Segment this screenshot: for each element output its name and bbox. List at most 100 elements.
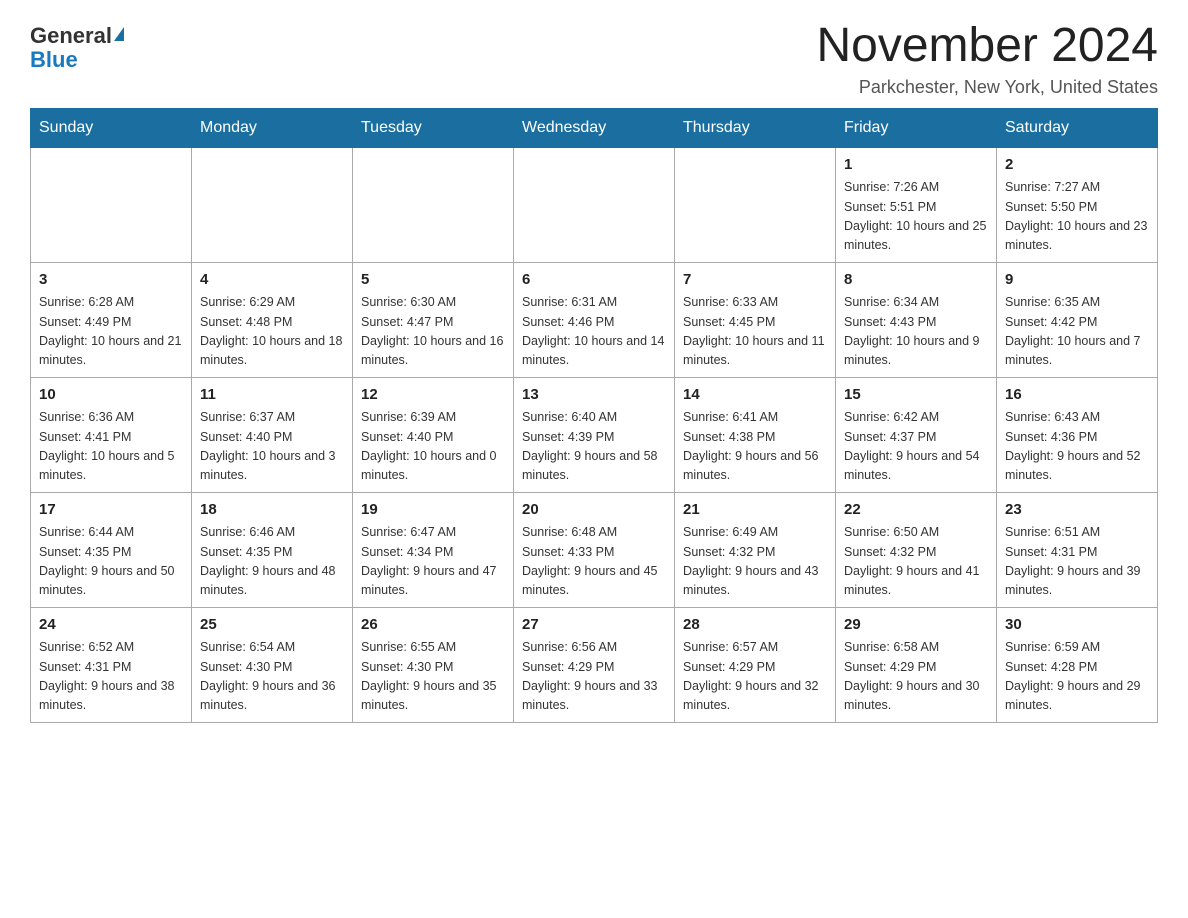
calendar-week-row: 3Sunrise: 6:28 AMSunset: 4:49 PMDaylight… [31, 262, 1158, 377]
header-friday: Friday [836, 108, 997, 147]
day-number: 28 [683, 614, 827, 637]
calendar-week-row: 1Sunrise: 7:26 AMSunset: 5:51 PMDaylight… [31, 147, 1158, 262]
day-number: 29 [844, 614, 988, 637]
day-number: 18 [200, 499, 344, 522]
calendar-cell: 24Sunrise: 6:52 AMSunset: 4:31 PMDayligh… [31, 607, 192, 722]
calendar-cell: 4Sunrise: 6:29 AMSunset: 4:48 PMDaylight… [192, 262, 353, 377]
calendar-cell: 22Sunrise: 6:50 AMSunset: 4:32 PMDayligh… [836, 492, 997, 607]
day-number: 9 [1005, 269, 1149, 292]
calendar-week-row: 17Sunrise: 6:44 AMSunset: 4:35 PMDayligh… [31, 492, 1158, 607]
day-info: Sunrise: 6:30 AMSunset: 4:47 PMDaylight:… [361, 293, 505, 371]
calendar-week-row: 10Sunrise: 6:36 AMSunset: 4:41 PMDayligh… [31, 377, 1158, 492]
calendar-cell: 20Sunrise: 6:48 AMSunset: 4:33 PMDayligh… [514, 492, 675, 607]
calendar-table: SundayMondayTuesdayWednesdayThursdayFrid… [30, 108, 1158, 723]
calendar-cell: 3Sunrise: 6:28 AMSunset: 4:49 PMDaylight… [31, 262, 192, 377]
day-info: Sunrise: 6:28 AMSunset: 4:49 PMDaylight:… [39, 293, 183, 371]
day-number: 4 [200, 269, 344, 292]
title-section: November 2024 Parkchester, New York, Uni… [816, 20, 1158, 98]
calendar-cell: 13Sunrise: 6:40 AMSunset: 4:39 PMDayligh… [514, 377, 675, 492]
calendar-cell: 18Sunrise: 6:46 AMSunset: 4:35 PMDayligh… [192, 492, 353, 607]
calendar-cell [514, 147, 675, 262]
day-number: 1 [844, 154, 988, 177]
day-info: Sunrise: 6:48 AMSunset: 4:33 PMDaylight:… [522, 523, 666, 601]
calendar-cell: 8Sunrise: 6:34 AMSunset: 4:43 PMDaylight… [836, 262, 997, 377]
day-info: Sunrise: 6:35 AMSunset: 4:42 PMDaylight:… [1005, 293, 1149, 371]
calendar-cell: 5Sunrise: 6:30 AMSunset: 4:47 PMDaylight… [353, 262, 514, 377]
day-info: Sunrise: 6:56 AMSunset: 4:29 PMDaylight:… [522, 638, 666, 716]
calendar-cell: 6Sunrise: 6:31 AMSunset: 4:46 PMDaylight… [514, 262, 675, 377]
day-info: Sunrise: 6:34 AMSunset: 4:43 PMDaylight:… [844, 293, 988, 371]
day-number: 20 [522, 499, 666, 522]
calendar-cell: 26Sunrise: 6:55 AMSunset: 4:30 PMDayligh… [353, 607, 514, 722]
day-number: 21 [683, 499, 827, 522]
day-info: Sunrise: 6:29 AMSunset: 4:48 PMDaylight:… [200, 293, 344, 371]
calendar-cell: 7Sunrise: 6:33 AMSunset: 4:45 PMDaylight… [675, 262, 836, 377]
header-wednesday: Wednesday [514, 108, 675, 147]
day-info: Sunrise: 6:59 AMSunset: 4:28 PMDaylight:… [1005, 638, 1149, 716]
day-number: 8 [844, 269, 988, 292]
header-monday: Monday [192, 108, 353, 147]
day-info: Sunrise: 7:26 AMSunset: 5:51 PMDaylight:… [844, 178, 988, 256]
calendar-cell: 21Sunrise: 6:49 AMSunset: 4:32 PMDayligh… [675, 492, 836, 607]
month-title: November 2024 [816, 20, 1158, 73]
day-number: 12 [361, 384, 505, 407]
calendar-cell: 30Sunrise: 6:59 AMSunset: 4:28 PMDayligh… [997, 607, 1158, 722]
day-number: 15 [844, 384, 988, 407]
day-number: 14 [683, 384, 827, 407]
calendar-cell: 23Sunrise: 6:51 AMSunset: 4:31 PMDayligh… [997, 492, 1158, 607]
header-saturday: Saturday [997, 108, 1158, 147]
day-info: Sunrise: 6:47 AMSunset: 4:34 PMDaylight:… [361, 523, 505, 601]
calendar-cell: 1Sunrise: 7:26 AMSunset: 5:51 PMDaylight… [836, 147, 997, 262]
logo: General Blue [30, 20, 124, 73]
calendar-week-row: 24Sunrise: 6:52 AMSunset: 4:31 PMDayligh… [31, 607, 1158, 722]
day-number: 5 [361, 269, 505, 292]
day-number: 17 [39, 499, 183, 522]
day-number: 6 [522, 269, 666, 292]
day-info: Sunrise: 6:49 AMSunset: 4:32 PMDaylight:… [683, 523, 827, 601]
day-info: Sunrise: 6:43 AMSunset: 4:36 PMDaylight:… [1005, 408, 1149, 486]
calendar-cell [353, 147, 514, 262]
day-info: Sunrise: 6:41 AMSunset: 4:38 PMDaylight:… [683, 408, 827, 486]
calendar-cell: 29Sunrise: 6:58 AMSunset: 4:29 PMDayligh… [836, 607, 997, 722]
calendar-cell: 27Sunrise: 6:56 AMSunset: 4:29 PMDayligh… [514, 607, 675, 722]
day-info: Sunrise: 6:50 AMSunset: 4:32 PMDaylight:… [844, 523, 988, 601]
day-info: Sunrise: 6:54 AMSunset: 4:30 PMDaylight:… [200, 638, 344, 716]
calendar-cell: 28Sunrise: 6:57 AMSunset: 4:29 PMDayligh… [675, 607, 836, 722]
day-number: 13 [522, 384, 666, 407]
day-info: Sunrise: 6:44 AMSunset: 4:35 PMDaylight:… [39, 523, 183, 601]
calendar-cell: 2Sunrise: 7:27 AMSunset: 5:50 PMDaylight… [997, 147, 1158, 262]
calendar-cell: 16Sunrise: 6:43 AMSunset: 4:36 PMDayligh… [997, 377, 1158, 492]
page-header: General Blue November 2024 Parkchester, … [30, 20, 1158, 98]
calendar-cell: 9Sunrise: 6:35 AMSunset: 4:42 PMDaylight… [997, 262, 1158, 377]
day-info: Sunrise: 6:31 AMSunset: 4:46 PMDaylight:… [522, 293, 666, 371]
day-info: Sunrise: 6:58 AMSunset: 4:29 PMDaylight:… [844, 638, 988, 716]
calendar-cell [675, 147, 836, 262]
day-number: 7 [683, 269, 827, 292]
calendar-cell [31, 147, 192, 262]
day-info: Sunrise: 7:27 AMSunset: 5:50 PMDaylight:… [1005, 178, 1149, 256]
day-info: Sunrise: 6:33 AMSunset: 4:45 PMDaylight:… [683, 293, 827, 371]
header-thursday: Thursday [675, 108, 836, 147]
day-number: 11 [200, 384, 344, 407]
day-info: Sunrise: 6:40 AMSunset: 4:39 PMDaylight:… [522, 408, 666, 486]
day-number: 22 [844, 499, 988, 522]
logo-general: General [30, 25, 112, 47]
day-info: Sunrise: 6:36 AMSunset: 4:41 PMDaylight:… [39, 408, 183, 486]
calendar-cell: 15Sunrise: 6:42 AMSunset: 4:37 PMDayligh… [836, 377, 997, 492]
day-number: 25 [200, 614, 344, 637]
calendar-cell: 10Sunrise: 6:36 AMSunset: 4:41 PMDayligh… [31, 377, 192, 492]
day-info: Sunrise: 6:42 AMSunset: 4:37 PMDaylight:… [844, 408, 988, 486]
day-number: 16 [1005, 384, 1149, 407]
day-info: Sunrise: 6:52 AMSunset: 4:31 PMDaylight:… [39, 638, 183, 716]
day-info: Sunrise: 6:37 AMSunset: 4:40 PMDaylight:… [200, 408, 344, 486]
day-info: Sunrise: 6:51 AMSunset: 4:31 PMDaylight:… [1005, 523, 1149, 601]
logo-triangle-icon [114, 27, 124, 41]
day-info: Sunrise: 6:39 AMSunset: 4:40 PMDaylight:… [361, 408, 505, 486]
day-number: 23 [1005, 499, 1149, 522]
day-number: 19 [361, 499, 505, 522]
calendar-cell: 25Sunrise: 6:54 AMSunset: 4:30 PMDayligh… [192, 607, 353, 722]
day-number: 26 [361, 614, 505, 637]
day-number: 30 [1005, 614, 1149, 637]
day-info: Sunrise: 6:57 AMSunset: 4:29 PMDaylight:… [683, 638, 827, 716]
day-number: 3 [39, 269, 183, 292]
